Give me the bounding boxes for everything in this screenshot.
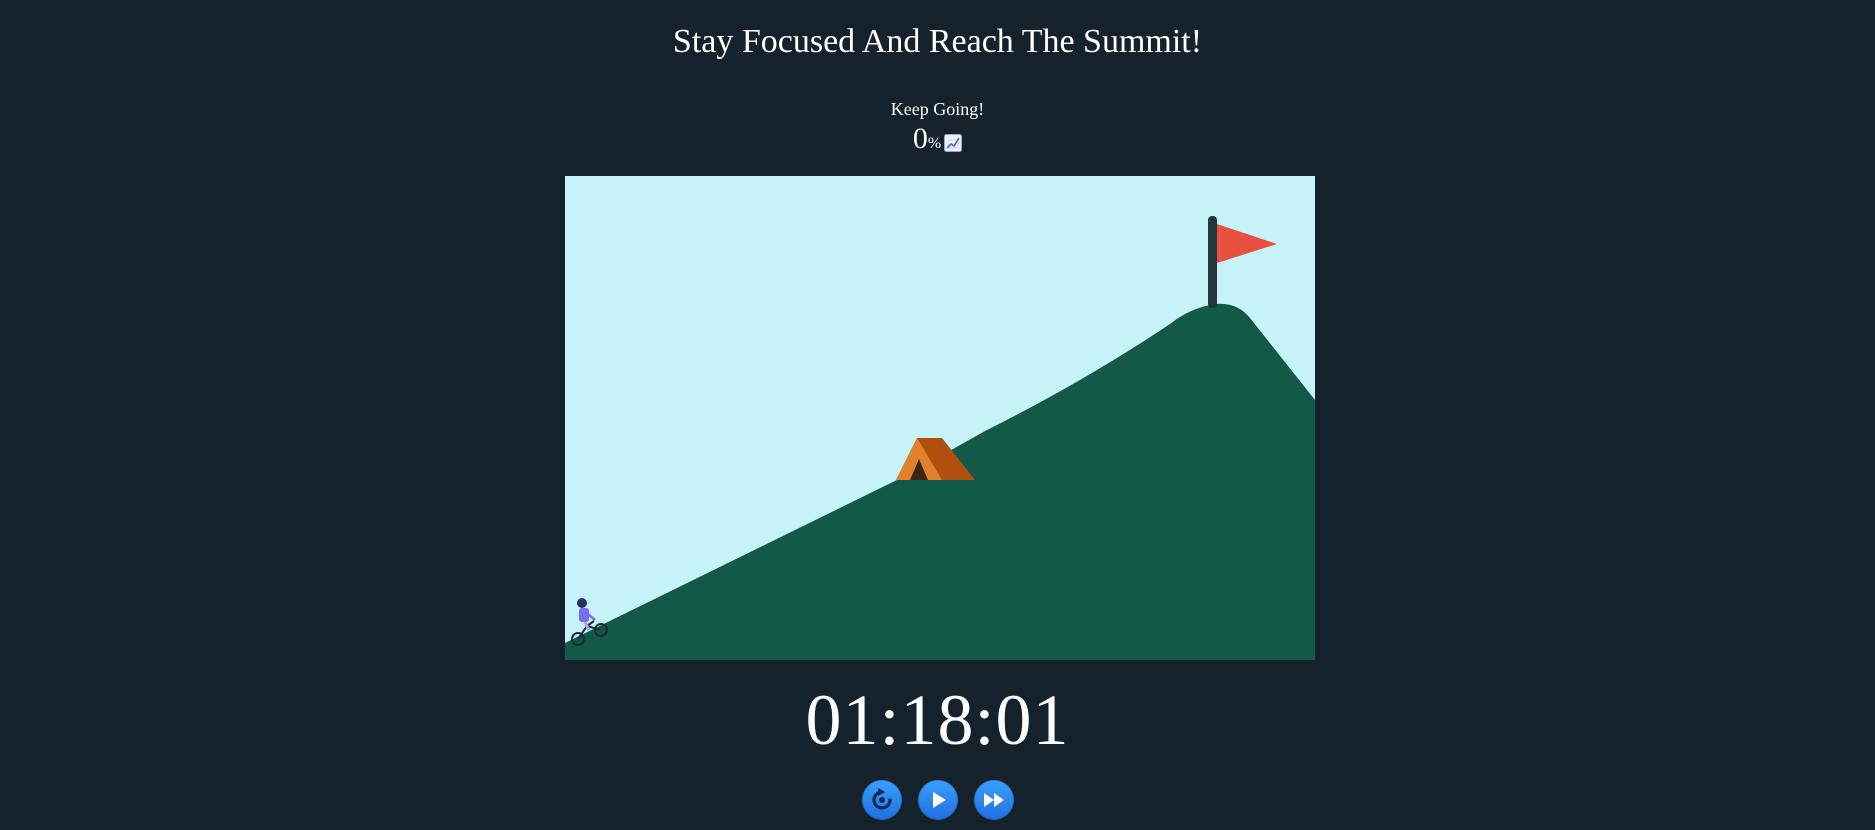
focus-timer-page: Stay Focused And Reach The Summit! Keep …	[0, 0, 1875, 830]
play-button[interactable]	[917, 780, 958, 820]
status-message: Keep Going!	[890, 99, 985, 119]
restart-button[interactable]	[861, 780, 902, 820]
timer-controls	[0, 780, 1875, 820]
mountain-slope	[565, 303, 1315, 660]
progress-unit: %	[927, 135, 942, 152]
mountain-scene	[565, 176, 1315, 660]
restart-icon	[871, 788, 892, 810]
countdown-timer: 01:18:01	[805, 680, 1070, 760]
fast-forward-button[interactable]	[973, 780, 1014, 820]
progress-value: 0	[912, 122, 928, 155]
page-title: Stay Focused And Reach The Summit!	[672, 23, 1203, 60]
chart-increasing-icon	[944, 125, 963, 161]
summit-flag-icon	[1208, 216, 1277, 308]
fast-forward-icon	[983, 793, 1004, 807]
play-icon	[932, 792, 946, 808]
progress-readout: 0%	[0, 121, 1875, 162]
